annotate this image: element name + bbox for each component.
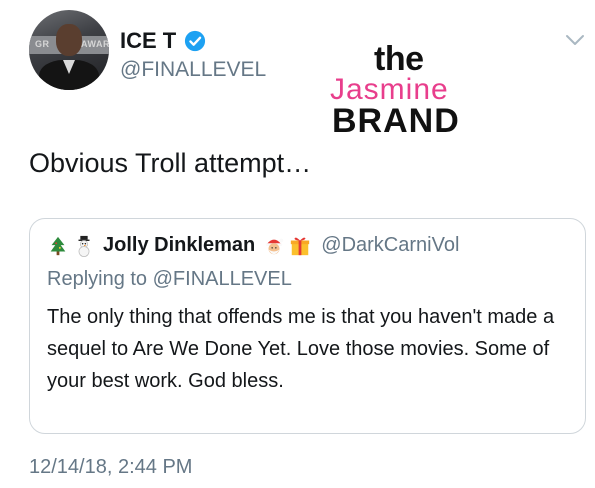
gift-emoji-icon xyxy=(291,237,310,255)
author-avatar[interactable]: GR AWAR xyxy=(29,10,109,90)
watermark-brand: BRAND xyxy=(332,102,460,140)
jasmine-brand-watermark: the Jasmine BRAND xyxy=(328,40,496,140)
chevron-down-icon[interactable] xyxy=(563,28,587,52)
verified-badge-icon xyxy=(185,30,206,52)
author-handle[interactable]: @FINALLEVEL xyxy=(120,58,266,82)
author-name-row: ICE T xyxy=(120,28,206,54)
quoted-author-handle[interactable]: @DarkCarniVol xyxy=(321,234,459,257)
tweet-text: Obvious Troll attempt… xyxy=(29,148,312,178)
author-name[interactable]: ICE T xyxy=(120,28,176,54)
tweet-timestamp[interactable]: 12/14/18, 2:44 PM xyxy=(29,456,192,479)
quoted-tweet-card[interactable]: Jolly Dinkleman @DarkCarniVol Replying t… xyxy=(29,218,586,434)
avatar-backdrop-text-left: GR xyxy=(35,39,50,49)
replying-to-label[interactable]: Replying to @FINALLEVEL xyxy=(47,268,292,291)
quoted-tweet-text: The only thing that offends me is that y… xyxy=(47,306,555,392)
tree-emoji-icon xyxy=(50,236,66,255)
quoted-author-name[interactable]: Jolly Dinkleman xyxy=(103,234,255,257)
avatar-head xyxy=(56,24,82,56)
santa-emoji-icon xyxy=(266,238,284,254)
snowman-emoji-icon xyxy=(78,235,90,257)
quoted-tweet-header: Jolly Dinkleman @DarkCarniVol xyxy=(47,234,459,257)
avatar-backdrop-text-right: AWAR xyxy=(81,39,109,49)
